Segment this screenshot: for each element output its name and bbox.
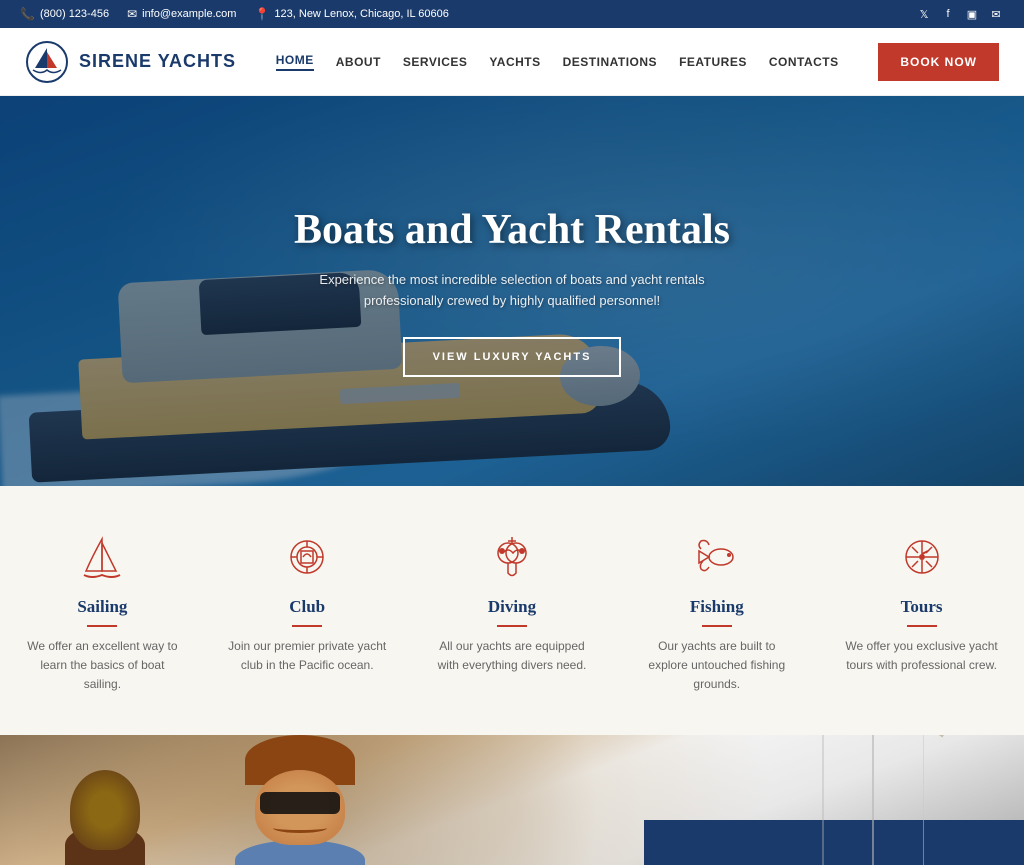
top-bar-contact-info: 📞 (800) 123-456 ✉ info@example.com 📍 123… [20, 7, 449, 21]
fishing-title: Fishing [637, 597, 797, 617]
tours-divider [907, 625, 937, 627]
person-left-silhouette [60, 755, 150, 865]
service-tours: Tours We offer you exclusive yacht tours… [827, 531, 1017, 675]
twitter-icon[interactable]: 𝕏 [916, 6, 932, 22]
address-text: 123, New Lenox, Chicago, IL 60606 [274, 8, 449, 20]
diving-desc: All our yachts are equipped with everyth… [432, 637, 592, 675]
hero-title: Boats and Yacht Rentals [294, 205, 730, 255]
hero-section: Boats and Yacht Rentals Experience the m… [0, 96, 1024, 486]
book-now-button[interactable]: BOOK NOW [878, 43, 999, 81]
address-info: 📍 123, New Lenox, Chicago, IL 60606 [254, 7, 448, 21]
nav-destinations[interactable]: DESTINATIONS [563, 55, 657, 69]
logo-icon [25, 40, 69, 84]
diving-divider [497, 625, 527, 627]
diving-title: Diving [432, 597, 592, 617]
club-icon [281, 531, 333, 583]
fishing-desc: Our yachts are built to explore untouche… [637, 637, 797, 695]
nav-home[interactable]: HOME [276, 53, 314, 71]
social-links: 𝕏 f ▣ ✉ [916, 6, 1004, 22]
hero-cta-button[interactable]: VIEW LUXURY YACHTS [403, 337, 622, 377]
service-sailing: Sailing We offer an excellent way to lea… [7, 531, 197, 695]
tours-desc: We offer you exclusive yacht tours with … [842, 637, 1002, 675]
phone-number: (800) 123-456 [40, 8, 109, 20]
main-nav: HOME ABOUT SERVICES YACHTS DESTINATIONS … [276, 53, 839, 71]
tours-icon [896, 531, 948, 583]
sailing-icon [76, 531, 128, 583]
facebook-icon[interactable]: f [940, 6, 956, 22]
header: SIRENE YACHTS HOME ABOUT SERVICES YACHTS… [0, 28, 1024, 96]
logo-text: SIRENE YACHTS [79, 51, 236, 72]
sailing-desc: We offer an excellent way to learn the b… [22, 637, 182, 695]
services-section: Sailing We offer an excellent way to lea… [0, 486, 1024, 735]
bottom-photo-section [0, 735, 1024, 865]
tours-title: Tours [842, 597, 1002, 617]
blue-bar [644, 820, 1024, 865]
email-icon: ✉ [127, 7, 137, 21]
club-title: Club [227, 597, 387, 617]
mast-line-3 [923, 735, 924, 865]
hero-content: Boats and Yacht Rentals Experience the m… [274, 205, 750, 377]
club-divider [292, 625, 322, 627]
mast-line-2 [822, 735, 824, 865]
email-social-icon[interactable]: ✉ [988, 6, 1004, 22]
diving-icon [486, 531, 538, 583]
email-info: ✉ info@example.com [127, 7, 236, 21]
nav-yachts[interactable]: YACHTS [489, 55, 540, 69]
top-bar: 📞 (800) 123-456 ✉ info@example.com 📍 123… [0, 0, 1024, 28]
nav-about[interactable]: ABOUT [336, 55, 381, 69]
fishing-divider [702, 625, 732, 627]
email-address: info@example.com [142, 8, 236, 20]
nav-contacts[interactable]: CONTACTS [769, 55, 839, 69]
sailing-divider [87, 625, 117, 627]
service-club: Club Join our premier private yacht club… [212, 531, 402, 675]
instagram-icon[interactable]: ▣ [964, 6, 980, 22]
phone-icon: 📞 [20, 7, 35, 21]
hero-subtitle: Experience the most incredible selection… [302, 270, 722, 312]
nav-services[interactable]: SERVICES [403, 55, 467, 69]
service-fishing: Fishing Our yachts are built to explore … [622, 531, 812, 695]
location-icon: 📍 [254, 7, 269, 21]
fishing-icon [691, 531, 743, 583]
service-diving: Diving All our yachts are equipped with … [417, 531, 607, 675]
mast-line-1 [872, 735, 874, 865]
logo[interactable]: SIRENE YACHTS [25, 40, 236, 84]
sailing-title: Sailing [22, 597, 182, 617]
club-desc: Join our premier private yacht club in t… [227, 637, 387, 675]
phone-info: 📞 (800) 123-456 [20, 7, 109, 21]
nav-features[interactable]: FEATURES [679, 55, 747, 69]
person-main-silhouette [220, 735, 380, 865]
